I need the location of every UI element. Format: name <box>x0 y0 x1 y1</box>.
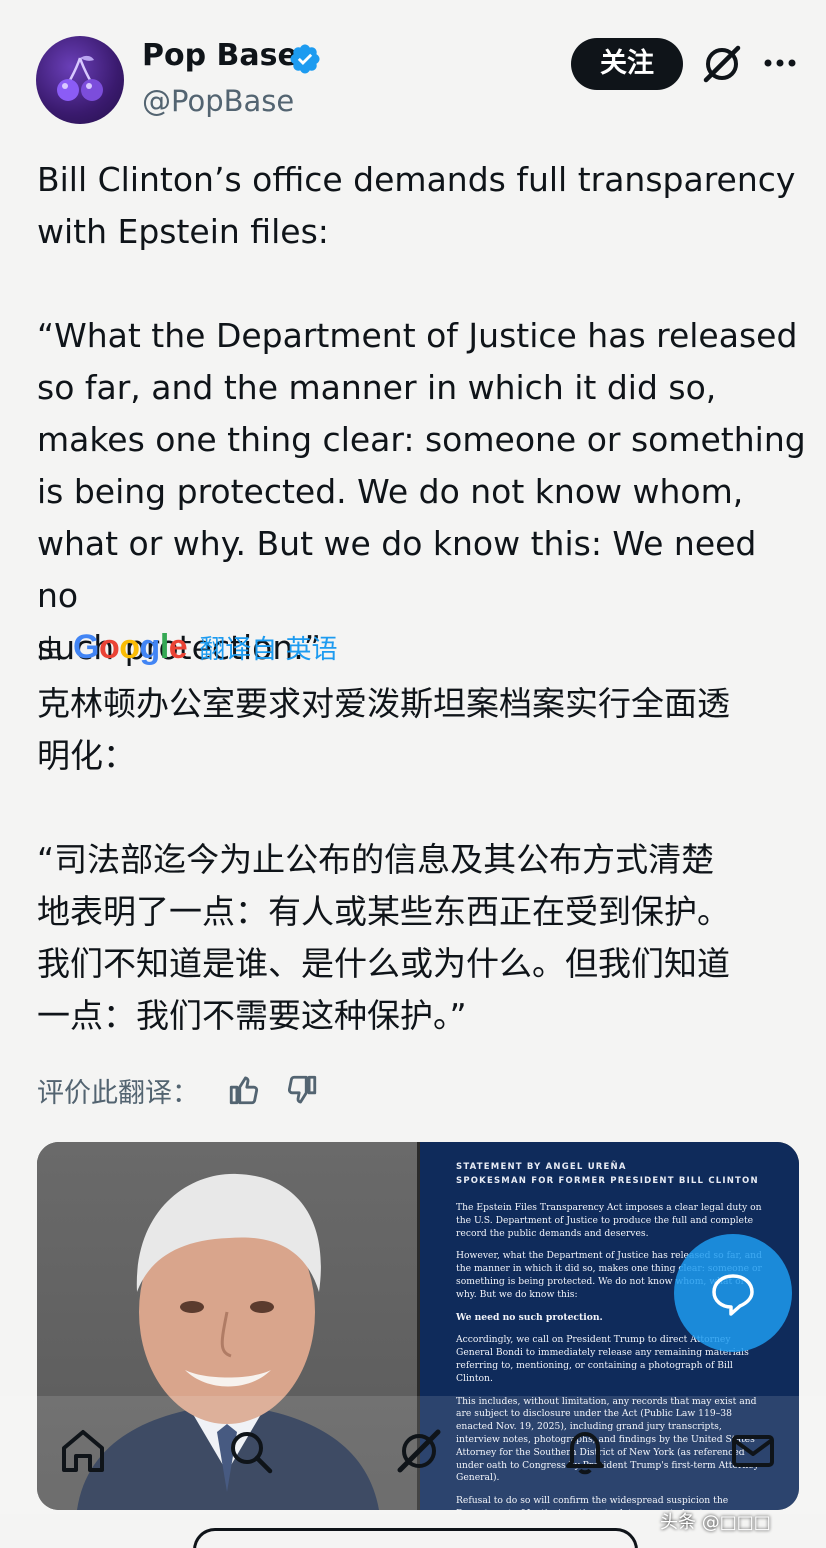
display-name[interactable]: Pop Base <box>142 38 298 73</box>
avatar[interactable] <box>36 36 124 124</box>
verified-badge-icon <box>290 44 320 74</box>
follow-button[interactable]: 关注 <box>571 38 683 90</box>
bottom-nav <box>0 1396 826 1514</box>
translation-attribution: 由 Google 翻译自 英语 <box>37 625 337 669</box>
google-letter: G <box>73 627 99 666</box>
cherry-icon <box>57 55 103 101</box>
home-icon[interactable] <box>58 1426 108 1476</box>
grok-icon[interactable] <box>394 1426 444 1476</box>
search-icon[interactable] <box>225 1426 275 1476</box>
statement-heading: STATEMENT BY ANGEL UREÑA SPOKESMAN FOR F… <box>456 1160 763 1188</box>
by-label: 由 <box>37 634 64 665</box>
messages-icon[interactable] <box>728 1426 778 1476</box>
composer-bar[interactable] <box>193 1528 638 1548</box>
statement-heading-line: STATEMENT BY ANGEL UREÑA <box>456 1162 627 1172</box>
reply-fab[interactable] <box>674 1234 792 1352</box>
handle[interactable]: @PopBase <box>142 84 294 118</box>
tweet-text: Bill Clinton’s office demands full trans… <box>37 160 806 667</box>
google-letter: e <box>168 627 188 666</box>
grok-icon[interactable] <box>700 42 744 86</box>
rate-label: 评价此翻译： <box>37 1077 199 1109</box>
google-letter: o <box>98 627 120 666</box>
translated-text: 克林顿办公室要求对爱泼斯坦案档案实行全面透 明化： “司法部迄今为止公布的信息及… <box>37 684 730 1035</box>
thumbs-up-icon[interactable] <box>227 1073 261 1107</box>
statement-paragraph: The Epstein Files Transparency Act impos… <box>456 1202 762 1239</box>
rate-translation: 评价此翻译： <box>37 1068 343 1112</box>
reply-bubble-icon <box>712 1274 754 1316</box>
thumbs-down-icon[interactable] <box>285 1073 319 1107</box>
notifications-icon[interactable] <box>560 1426 610 1476</box>
google-letter: g <box>139 627 161 666</box>
tweet-header: Pop Base @PopBase 关注 <box>0 0 826 140</box>
statement-heading-line: SPOKESMAN FOR FORMER PRESIDENT BILL CLIN… <box>456 1176 759 1186</box>
google-logo: Google <box>73 627 188 667</box>
more-options-icon[interactable] <box>760 50 800 76</box>
google-letter: o <box>119 627 140 666</box>
google-letter: l <box>159 627 169 666</box>
watermark: 头条 @□□□ <box>660 1512 771 1533</box>
translated-from-link[interactable]: 翻译自 英语 <box>199 629 337 666</box>
